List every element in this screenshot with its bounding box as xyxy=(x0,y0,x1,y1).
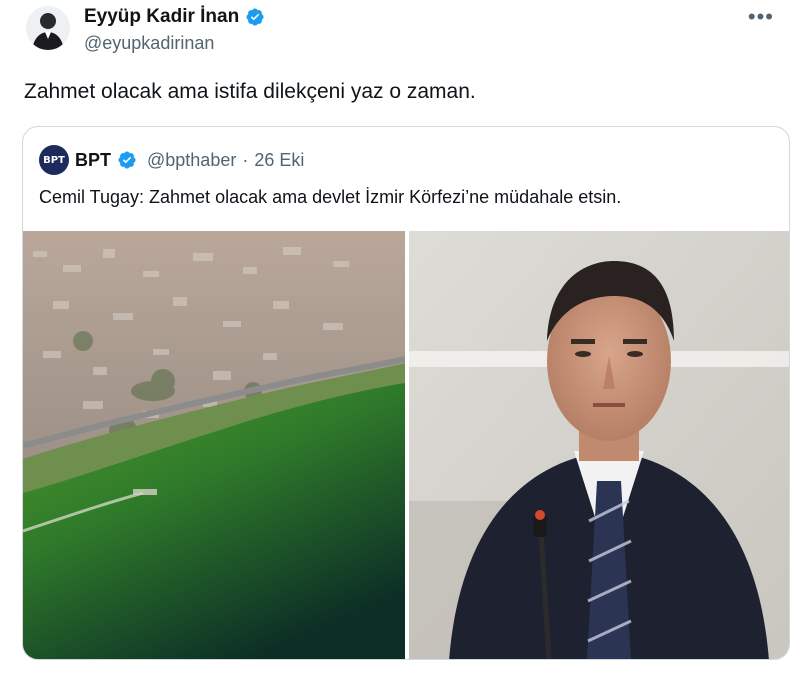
quote-verified-badge-icon xyxy=(117,150,137,170)
aerial-gulf-photo[interactable] xyxy=(23,231,405,659)
quote-source-handle[interactable]: @bpthaber xyxy=(147,150,236,171)
tweet-text: Zahmet olacak ama istifa dilekçeni yaz o… xyxy=(24,80,476,103)
quote-source-logo[interactable]: BPT xyxy=(39,145,69,175)
author-name-row: Eyyüp Kadir İnan xyxy=(84,6,265,28)
tweet[interactable]: Eyyüp Kadir İnan @eyupkadirinan ••• Zahm… xyxy=(0,0,800,681)
quoted-tweet[interactable]: BPT BPT @bpthaber · 26 Eki Cemil Tugay: … xyxy=(22,126,790,660)
author-display-name[interactable]: Eyyüp Kadir İnan xyxy=(84,6,239,28)
author-avatar[interactable] xyxy=(26,6,70,50)
verified-badge-icon xyxy=(245,7,265,27)
media-gallery xyxy=(23,231,789,659)
quoted-tweet-header: BPT BPT @bpthaber · 26 Eki xyxy=(39,145,304,175)
more-options-icon[interactable]: ••• xyxy=(748,4,774,30)
quote-text: Cemil Tugay: Zahmet olacak ama devlet İz… xyxy=(39,187,622,207)
quote-date[interactable]: 26 Eki xyxy=(254,150,304,171)
quote-source-name[interactable]: BPT xyxy=(75,150,111,171)
separator-dot: · xyxy=(242,149,249,170)
author-handle[interactable]: @eyupkadirinan xyxy=(84,32,214,54)
speaker-portrait-photo[interactable] xyxy=(409,231,789,659)
